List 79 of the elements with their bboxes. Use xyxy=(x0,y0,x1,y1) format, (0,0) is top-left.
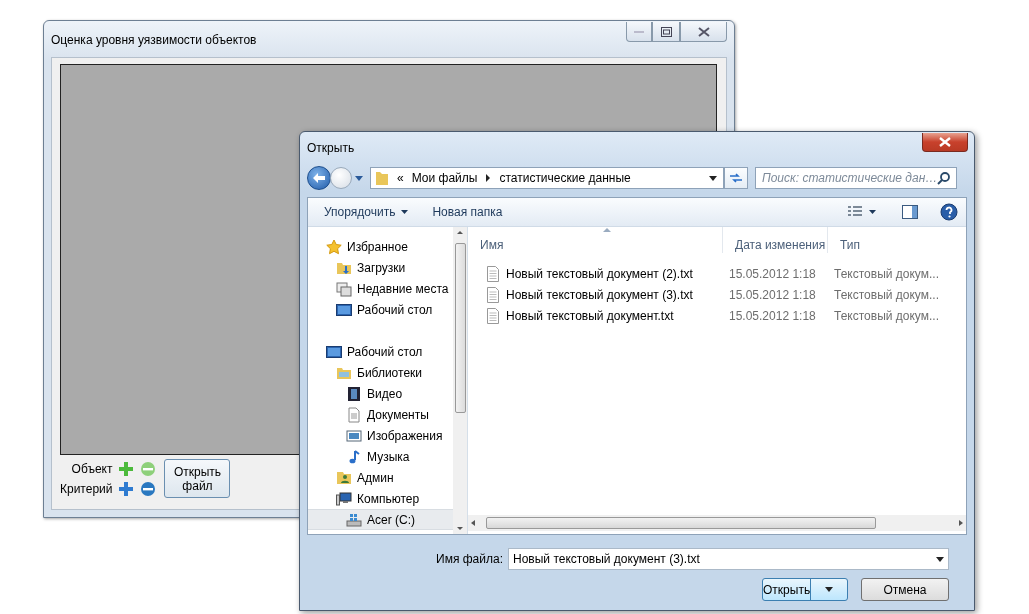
close-button[interactable] xyxy=(922,133,968,152)
search-icon xyxy=(937,171,951,185)
close-button[interactable] xyxy=(680,22,727,42)
text-file-icon xyxy=(486,265,500,282)
help-icon[interactable] xyxy=(940,203,958,221)
drive-icon xyxy=(346,511,362,528)
file-name[interactable]: Новый текстовый документ (3).txt xyxy=(468,286,723,303)
organize-menu[interactable]: Упорядочить xyxy=(318,202,415,222)
caret-icon[interactable] xyxy=(869,210,876,214)
modified-date: 15.05.2012 1:18 xyxy=(728,266,817,281)
close-icon xyxy=(939,137,951,147)
preview-pane-icon[interactable] xyxy=(902,204,918,220)
refresh-arrows-icon xyxy=(729,172,743,184)
breadcrumb[interactable]: статистические данные xyxy=(499,171,631,185)
user-folder-icon xyxy=(336,469,352,486)
maximize-button[interactable] xyxy=(652,22,680,42)
file-type: Текстовый докум... xyxy=(833,287,940,302)
computer-icon xyxy=(336,490,352,507)
dialog-title: Открыть xyxy=(307,141,355,155)
nav-item[interactable]: Изображения xyxy=(308,425,453,446)
close-icon xyxy=(697,26,710,37)
nav-item[interactable]: Недавние места xyxy=(308,278,453,299)
dropdown-arrow-icon[interactable] xyxy=(936,556,944,562)
row-label: Критерий xyxy=(60,481,113,496)
overflow-chevron[interactable]: « xyxy=(397,171,404,185)
row-label: Объект xyxy=(71,461,113,476)
caret-icon xyxy=(401,210,409,214)
nav-item[interactable]: Рабочий стол xyxy=(308,299,453,320)
text-file-icon xyxy=(486,307,500,324)
picture-icon xyxy=(346,427,362,444)
nav-item[interactable]: Админ xyxy=(308,467,453,488)
horizontal-scrollbar[interactable] xyxy=(468,515,966,531)
modified-date: 15.05.2012 1:18 xyxy=(728,308,817,323)
column-header[interactable]: Тип xyxy=(828,227,966,253)
open-button[interactable]: Открыть xyxy=(762,578,848,601)
desktop-icon xyxy=(336,301,352,318)
caret-icon xyxy=(825,587,834,592)
sort-arrow-icon xyxy=(603,227,611,232)
window-title: Оценка уровня уязвимости объектов xyxy=(51,33,257,47)
address-bar[interactable]: « Мои файлы статистические данные xyxy=(370,167,724,189)
filename-label: Имя файла: xyxy=(436,552,503,566)
new-folder-button[interactable]: Новая папка xyxy=(426,202,509,222)
column-header[interactable]: Дата изменения xyxy=(723,227,828,253)
desktop-icon xyxy=(326,343,342,360)
nav-item[interactable]: Acer (C:) xyxy=(308,509,453,530)
file-name[interactable]: Новый текстовый документ.txt xyxy=(468,307,723,324)
maximize-icon xyxy=(660,26,672,37)
document-icon xyxy=(346,406,362,423)
text-file-icon xyxy=(486,286,500,303)
file-name[interactable]: Новый текстовый документ (2).txt xyxy=(468,265,723,282)
cancel-button[interactable]: Отмена xyxy=(861,578,949,601)
film-icon xyxy=(346,385,362,402)
nav-item[interactable]: Видео xyxy=(308,383,453,404)
nav-item[interactable]: Библиотеки xyxy=(308,362,453,383)
file-type: Текстовый докум... xyxy=(833,266,940,281)
filename-field[interactable]: Новый текстовый документ (3).txt xyxy=(508,548,949,570)
nav-item[interactable]: Музыка xyxy=(308,446,453,467)
plus-icon[interactable] xyxy=(118,480,135,497)
nav-item[interactable]: Загрузки xyxy=(308,257,453,278)
search-field[interactable]: Поиск: статистические дан… xyxy=(755,167,957,189)
back-button[interactable] xyxy=(307,166,331,190)
nav-item[interactable]: Компьютер xyxy=(308,488,453,509)
scrollbar[interactable] xyxy=(453,227,467,534)
modified-date: 15.05.2012 1:18 xyxy=(728,287,817,302)
back-arrow-icon xyxy=(312,172,326,184)
recent-places-icon xyxy=(336,280,352,297)
nav-item[interactable]: Документы xyxy=(308,404,453,425)
dropdown-arrow-icon[interactable] xyxy=(709,175,717,181)
chevron-icon[interactable] xyxy=(485,174,492,182)
refresh-button[interactable] xyxy=(724,167,748,189)
file-type: Текстовый докум... xyxy=(833,308,940,323)
star-icon xyxy=(326,238,342,255)
nav-item[interactable]: Избранное xyxy=(308,236,453,257)
folder-icon xyxy=(375,170,389,186)
minus-circle-icon[interactable] xyxy=(140,480,157,497)
view-list-icon[interactable] xyxy=(847,205,863,219)
nav-item[interactable]: Рабочий стол xyxy=(308,341,453,362)
breadcrumb[interactable]: Мои файлы xyxy=(411,171,478,185)
open-file-button[interactable]: Открыть файл xyxy=(164,459,231,498)
